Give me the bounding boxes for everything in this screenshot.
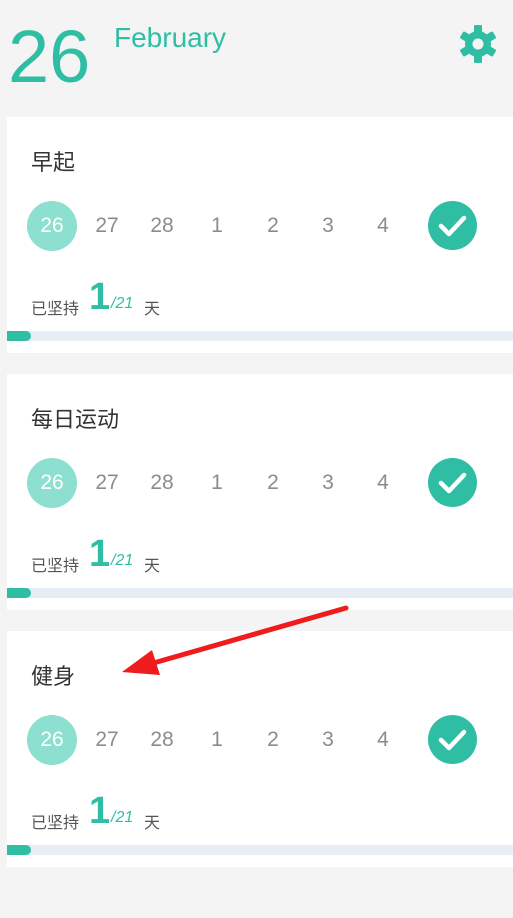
streak-prefix: 已坚持 xyxy=(31,556,80,575)
streak-count: 1 xyxy=(89,533,111,575)
date-item[interactable]: 2 xyxy=(248,458,298,508)
streak-suffix: 天 xyxy=(144,299,161,318)
streak-prefix: 已坚持 xyxy=(31,299,80,318)
date-today[interactable]: 26 xyxy=(27,201,77,251)
progress-fill xyxy=(7,331,32,341)
date-item[interactable]: 4 xyxy=(358,201,408,251)
habit-title: 早起 xyxy=(31,151,76,176)
streak-suffix: 天 xyxy=(144,556,161,575)
check-icon[interactable] xyxy=(428,201,477,250)
date-item[interactable]: 3 xyxy=(303,201,353,251)
date-item[interactable]: 28 xyxy=(137,458,187,508)
habit-title: 每日运动 xyxy=(31,408,120,433)
date-item[interactable]: 28 xyxy=(137,715,187,765)
habit-card-fitness[interactable]: 健身 26 27 28 1 2 3 4 已坚持 1 /21 天 xyxy=(7,631,513,867)
streak-count: 1 xyxy=(89,276,111,318)
gear-icon[interactable] xyxy=(458,24,498,64)
date-item[interactable]: 3 xyxy=(303,715,353,765)
streak-count: 1 xyxy=(89,790,111,832)
date-item[interactable]: 3 xyxy=(303,458,353,508)
date-item[interactable]: 1 xyxy=(192,715,242,765)
streak-goal: /21 xyxy=(111,295,134,312)
progress-fill xyxy=(7,845,32,855)
streak-goal: /21 xyxy=(111,552,134,569)
habit-card-daily-exercise[interactable]: 每日运动 26 27 28 1 2 3 4 已坚持 1 /21 天 xyxy=(7,374,513,610)
date-item[interactable]: 4 xyxy=(358,715,408,765)
streak-goal: /21 xyxy=(111,809,134,826)
date-today[interactable]: 26 xyxy=(27,715,77,765)
date-today[interactable]: 26 xyxy=(27,458,77,508)
header: 26 February xyxy=(0,0,513,110)
habit-title: 健身 xyxy=(31,665,76,690)
date-item[interactable]: 28 xyxy=(137,201,187,251)
progress-fill xyxy=(7,588,32,598)
habit-card-early-rise[interactable]: 早起 26 27 28 1 2 3 4 已坚持 1 /21 天 xyxy=(7,117,513,353)
date-item[interactable]: 27 xyxy=(82,458,132,508)
check-icon[interactable] xyxy=(428,715,477,764)
date-item[interactable]: 27 xyxy=(82,201,132,251)
date-item[interactable]: 1 xyxy=(192,201,242,251)
date-item[interactable]: 2 xyxy=(248,715,298,765)
streak-prefix: 已坚持 xyxy=(31,813,80,832)
streak-suffix: 天 xyxy=(144,813,161,832)
progress-bar xyxy=(7,331,513,341)
date-item[interactable]: 27 xyxy=(82,715,132,765)
check-icon[interactable] xyxy=(428,458,477,507)
date-item[interactable]: 1 xyxy=(192,458,242,508)
progress-bar xyxy=(7,845,513,855)
progress-bar xyxy=(7,588,513,598)
current-day: 26 xyxy=(8,15,91,98)
current-month: February xyxy=(114,22,227,53)
date-item[interactable]: 4 xyxy=(358,458,408,508)
date-item[interactable]: 2 xyxy=(248,201,298,251)
